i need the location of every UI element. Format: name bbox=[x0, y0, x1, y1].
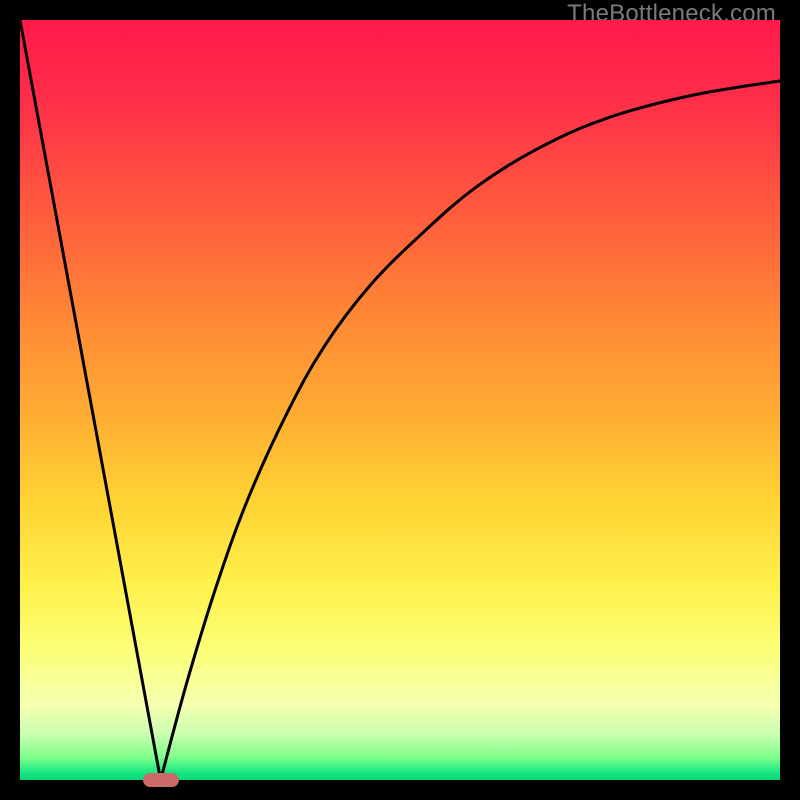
curve-path bbox=[20, 20, 780, 780]
plot-area bbox=[20, 20, 780, 780]
chart-frame: TheBottleneck.com bbox=[0, 0, 800, 800]
bottleneck-curve bbox=[20, 20, 780, 780]
optimal-marker bbox=[143, 773, 179, 787]
